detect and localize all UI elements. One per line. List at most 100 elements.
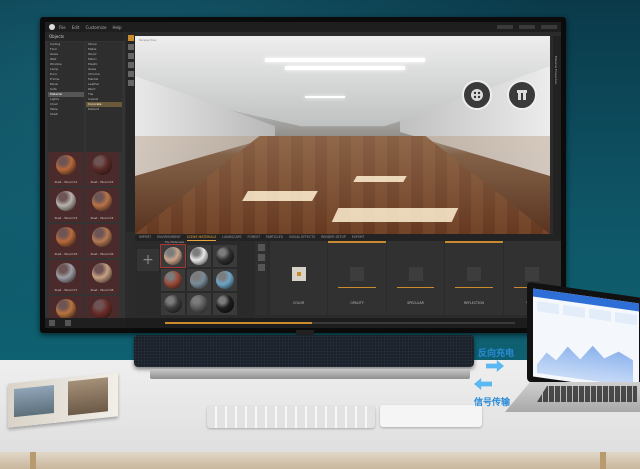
material-sphere-icon (216, 295, 234, 313)
keyboard (207, 406, 375, 428)
soundbar (134, 335, 474, 367)
camera-tool-icon[interactable] (127, 62, 134, 68)
material-thumbnail-grid: Rust - Wood 01 Rust - Wood 02 Rust - Wood … (49, 152, 119, 328)
light-tool-icon[interactable] (127, 71, 134, 77)
tab-import[interactable]: IMPORT (139, 234, 151, 241)
material-label: Rust - Wood 05 (54, 252, 78, 256)
left-panel-footer (45, 318, 125, 328)
window-control-2[interactable] (519, 25, 535, 29)
dashboard-card (615, 312, 637, 326)
texture-slot-specular[interactable]: SPECULAR (386, 241, 445, 315)
material-browser-header: My Materials (165, 240, 185, 244)
app-window: File Edit Customize Help Objects Ceiling… (45, 22, 561, 328)
sunlight-patch (331, 208, 459, 222)
material-thumbnail[interactable]: Rust - Wood 05 (49, 224, 83, 258)
signal-transmission-label: 信号传输 (474, 398, 511, 408)
side-tool-1[interactable] (257, 244, 265, 251)
titlebar: File Edit Customize Help (45, 22, 561, 32)
laptop-keyboard (537, 386, 637, 402)
material-sphere-icon (92, 263, 112, 283)
material-thumbnail[interactable]: Rust - Wood 03 (49, 188, 83, 222)
texture-slot-opacity[interactable]: OPACITY (328, 241, 386, 315)
material-browser-item[interactable] (187, 269, 211, 291)
progress-bar (165, 322, 515, 324)
material-sphere-icon (216, 271, 234, 289)
material-browser-item[interactable] (161, 293, 185, 315)
side-tool-3[interactable] (257, 264, 265, 271)
ceiling-light (305, 96, 345, 98)
material-thumbnail[interactable]: Rust - Wood 06 (85, 224, 119, 258)
window-control-3[interactable] (541, 25, 557, 29)
material-browser-item[interactable] (187, 293, 211, 315)
tab-scene-materials[interactable]: SCENE MATERIALS (186, 234, 217, 241)
menu-help[interactable]: Help (112, 25, 121, 30)
material-browser-item[interactable] (160, 244, 186, 268)
rotate-tool-icon[interactable] (127, 44, 134, 50)
arrow-left-icon (474, 378, 492, 390)
material-browser-item[interactable] (213, 245, 237, 267)
tab-render-setup[interactable]: RENDER SETUP (321, 234, 346, 241)
material-browser: My Materials + (135, 240, 255, 315)
object-list-item[interactable]: Shelf (48, 112, 84, 117)
material-browser-item[interactable] (187, 245, 211, 267)
move-tool-icon[interactable] (127, 35, 134, 41)
ceiling-light (284, 66, 406, 70)
add-material-button[interactable]: + (137, 249, 159, 271)
slot-divider (338, 287, 376, 288)
tab-landscape[interactable]: LANDSCAPE (222, 234, 241, 241)
material-sphere-icon (56, 155, 76, 175)
material-browser-item[interactable] (161, 269, 185, 291)
material-category-list[interactable]: Stone Metal Wood Fabric Plastic Glass Chrome Ma… (86, 42, 122, 152)
render-icon[interactable] (507, 80, 537, 110)
texture-slot-label: REFLECTION (463, 301, 484, 305)
footer-button-2[interactable] (65, 320, 71, 326)
material-thumbnail[interactable]: Rust - Wood 04 (85, 188, 119, 222)
status-bar (125, 318, 561, 328)
material-label: Rust - Wood 03 (54, 216, 78, 220)
material-sphere-icon (92, 155, 112, 175)
magazine-photo (14, 384, 54, 418)
texture-slot-reflection[interactable]: REFLECTION (445, 241, 503, 315)
material-thumbnail[interactable]: Rust - Wood 01 (49, 152, 83, 186)
material-browser-side-tools (255, 241, 267, 315)
tab-particles[interactable]: PARTICLES (266, 234, 283, 241)
menu-customize[interactable]: Customize (85, 25, 106, 30)
material-thumbnail[interactable]: Rust - Wood 02 (85, 152, 119, 186)
texture-slot-label: OPACITY (350, 301, 364, 305)
texture-thumbnail (466, 267, 481, 281)
dashboard-area-chart (537, 329, 633, 386)
material-sphere-icon (190, 295, 208, 313)
material-browser-item[interactable] (213, 269, 237, 291)
window-control-1[interactable] (497, 25, 513, 29)
slot-divider (396, 287, 435, 288)
window-controls (497, 25, 557, 29)
tab-export[interactable]: EXPORT (352, 234, 365, 241)
texture-thumbnail (291, 267, 306, 281)
material-thumbnail[interactable]: Rust - Wood 07 (49, 260, 83, 294)
tab-forest[interactable]: FOREST (247, 234, 260, 241)
palette-icon[interactable] (462, 80, 492, 110)
tab-visual-effects[interactable]: VISUAL EFFECTS (289, 234, 315, 241)
object-list[interactable]: Ceiling Floor Glass Wall Window Lamp Door Frame… (48, 42, 84, 152)
material-sphere-icon (92, 191, 112, 211)
3d-viewport[interactable]: Perspective (135, 36, 550, 234)
reverse-charge-label: 反向充电 (478, 349, 515, 359)
texture-slot-color[interactable]: COLOR (270, 241, 328, 315)
footer-button-1[interactable] (49, 320, 55, 326)
module-tabs: IMPORT ENVIRONMENT SCENE MATERIALS LANDSCAP… (135, 234, 561, 241)
material-sphere-icon (164, 295, 182, 313)
material-browser-item[interactable] (213, 293, 237, 315)
charge-arrow (486, 360, 504, 372)
scale-tool-icon[interactable] (127, 53, 134, 59)
menu-edit[interactable]: Edit (72, 25, 80, 30)
reverse-charge-callout: 反向充电 (478, 346, 514, 359)
material-category-item[interactable]: Default (86, 107, 122, 112)
laptop-screen (527, 281, 640, 399)
menu-file[interactable]: File (59, 25, 66, 30)
monitor-stand-base (150, 369, 470, 379)
sun-tool-icon[interactable] (127, 80, 134, 86)
sunlight-patch (242, 191, 318, 201)
material-thumbnail[interactable]: Rust - Wood 08 (85, 260, 119, 294)
side-tool-2[interactable] (257, 254, 265, 261)
material-browser-grid (160, 244, 237, 315)
